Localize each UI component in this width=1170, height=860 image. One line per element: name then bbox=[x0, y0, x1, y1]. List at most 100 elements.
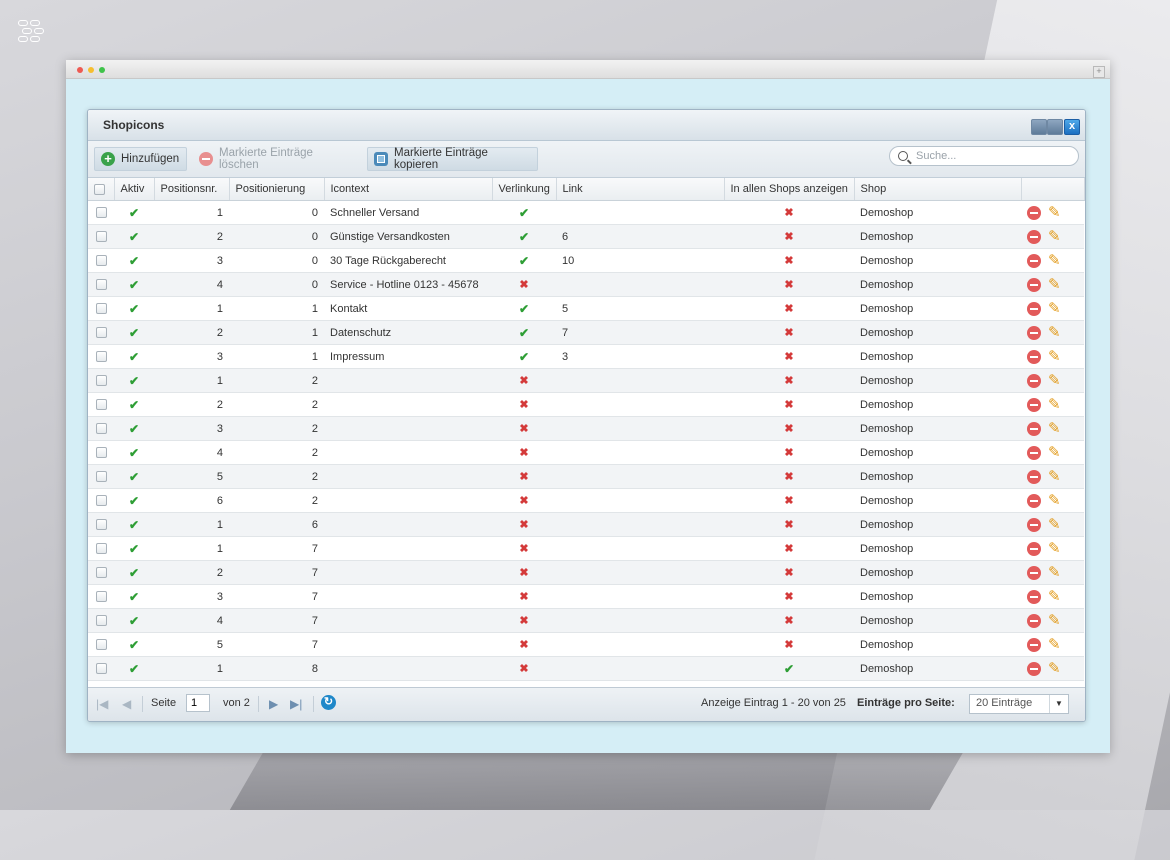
delete-row-icon[interactable] bbox=[1027, 229, 1041, 244]
row-checkbox[interactable] bbox=[95, 279, 107, 291]
edit-row-icon[interactable]: ✎ bbox=[1048, 277, 1061, 292]
edit-row-icon[interactable]: ✎ bbox=[1048, 613, 1061, 628]
row-checkbox[interactable] bbox=[95, 543, 107, 555]
table-row[interactable]: ✔ 2 1 Datenschutz ✔ 7 ✖ Demoshop ✎ bbox=[88, 320, 1084, 345]
row-select-cell[interactable] bbox=[88, 344, 114, 369]
edit-row-icon[interactable]: ✎ bbox=[1048, 325, 1061, 340]
add-button[interactable]: + Hinzufügen bbox=[94, 147, 187, 171]
delete-row-icon[interactable] bbox=[1027, 397, 1041, 412]
delete-row-icon[interactable] bbox=[1027, 469, 1041, 484]
minimize-icon[interactable] bbox=[1031, 119, 1047, 135]
first-page-icon[interactable]: |◀ bbox=[96, 697, 108, 711]
row-checkbox[interactable] bbox=[95, 471, 107, 483]
column-header-positionsnr[interactable]: Positionsnr. bbox=[154, 178, 230, 201]
maximize-icon[interactable] bbox=[1047, 119, 1063, 135]
row-select-cell[interactable] bbox=[88, 392, 114, 417]
delete-row-icon[interactable] bbox=[1027, 277, 1041, 292]
row-select-cell[interactable] bbox=[88, 320, 114, 345]
delete-row-icon[interactable] bbox=[1027, 493, 1041, 508]
row-checkbox[interactable] bbox=[95, 327, 107, 339]
row-checkbox[interactable] bbox=[95, 615, 107, 627]
row-select-cell[interactable] bbox=[88, 368, 114, 393]
table-row[interactable]: ✔ 2 7 ✖ ✖ Demoshop ✎ bbox=[88, 560, 1084, 585]
delete-row-icon[interactable] bbox=[1027, 517, 1041, 532]
chevron-down-icon[interactable]: ▼ bbox=[1049, 695, 1068, 713]
edit-row-icon[interactable]: ✎ bbox=[1048, 541, 1061, 556]
row-checkbox[interactable] bbox=[95, 591, 107, 603]
row-checkbox[interactable] bbox=[95, 639, 107, 651]
row-checkbox[interactable] bbox=[95, 447, 107, 459]
delete-row-icon[interactable] bbox=[1027, 373, 1041, 388]
column-header-positionierung[interactable]: Positionierung bbox=[229, 178, 325, 201]
table-row[interactable]: ✔ 6 2 ✖ ✖ Demoshop ✎ bbox=[88, 488, 1084, 513]
edit-row-icon[interactable]: ✎ bbox=[1048, 589, 1061, 604]
row-select-cell[interactable] bbox=[88, 464, 114, 489]
row-select-cell[interactable] bbox=[88, 248, 114, 273]
delete-row-icon[interactable] bbox=[1027, 349, 1041, 364]
delete-row-icon[interactable] bbox=[1027, 421, 1041, 436]
row-checkbox[interactable] bbox=[95, 351, 107, 363]
edit-row-icon[interactable]: ✎ bbox=[1048, 373, 1061, 388]
edit-row-icon[interactable]: ✎ bbox=[1048, 229, 1061, 244]
maximize-dot-icon[interactable] bbox=[99, 67, 105, 73]
edit-row-icon[interactable]: ✎ bbox=[1048, 397, 1061, 412]
row-checkbox[interactable] bbox=[95, 423, 107, 435]
table-row[interactable]: ✔ 1 6 ✖ ✖ Demoshop ✎ bbox=[88, 512, 1084, 537]
row-checkbox[interactable] bbox=[95, 399, 107, 411]
search-input[interactable] bbox=[916, 150, 1066, 162]
row-select-cell[interactable] bbox=[88, 200, 114, 225]
per-page-select[interactable]: 20 Einträge ▼ bbox=[969, 694, 1069, 714]
table-row[interactable]: ✔ 1 7 ✖ ✖ Demoshop ✎ bbox=[88, 536, 1084, 561]
next-page-icon[interactable]: ▶ bbox=[269, 697, 278, 711]
delete-row-icon[interactable] bbox=[1027, 589, 1041, 604]
copy-selected-button[interactable]: Markierte Einträge kopieren bbox=[367, 147, 538, 171]
table-row[interactable]: ✔ 1 0 Schneller Versand ✔ ✖ Demoshop ✎ bbox=[88, 200, 1084, 225]
delete-row-icon[interactable] bbox=[1027, 445, 1041, 460]
table-row[interactable]: ✔ 3 2 ✖ ✖ Demoshop ✎ bbox=[88, 416, 1084, 441]
delete-row-icon[interactable] bbox=[1027, 253, 1041, 268]
edit-row-icon[interactable]: ✎ bbox=[1048, 421, 1061, 436]
row-select-cell[interactable] bbox=[88, 512, 114, 537]
row-checkbox[interactable] bbox=[95, 375, 107, 387]
edit-row-icon[interactable]: ✎ bbox=[1048, 517, 1061, 532]
delete-row-icon[interactable] bbox=[1027, 301, 1041, 316]
delete-row-icon[interactable] bbox=[1027, 325, 1041, 340]
row-checkbox[interactable] bbox=[95, 663, 107, 675]
delete-row-icon[interactable] bbox=[1027, 661, 1041, 676]
table-row[interactable]: ✔ 4 7 ✖ ✖ Demoshop ✎ bbox=[88, 608, 1084, 633]
delete-row-icon[interactable] bbox=[1027, 205, 1041, 220]
row-select-cell[interactable] bbox=[88, 440, 114, 465]
row-select-cell[interactable] bbox=[88, 632, 114, 657]
edit-row-icon[interactable]: ✎ bbox=[1048, 469, 1061, 484]
table-row[interactable]: ✔ 4 0 Service - Hotline 0123 - 45678 ✖ ✖ Demos… bbox=[88, 272, 1084, 297]
close-dot-icon[interactable] bbox=[77, 67, 83, 73]
delete-row-icon[interactable] bbox=[1027, 565, 1041, 580]
table-row[interactable]: ✔ 2 2 ✖ ✖ Demoshop ✎ bbox=[88, 392, 1084, 417]
row-checkbox[interactable] bbox=[95, 495, 107, 507]
row-checkbox[interactable] bbox=[95, 567, 107, 579]
table-row[interactable]: ✔ 1 8 ✖ ✔ Demoshop ✎ bbox=[88, 656, 1084, 681]
table-row[interactable]: ✔ 4 2 ✖ ✖ Demoshop ✎ bbox=[88, 440, 1084, 465]
select-all-header[interactable] bbox=[88, 178, 115, 201]
edit-row-icon[interactable]: ✎ bbox=[1048, 637, 1061, 652]
table-row[interactable]: ✔ 2 0 Günstige Versandkosten ✔ 6 ✖ Demoshop ✎ bbox=[88, 224, 1084, 249]
delete-selected-button[interactable]: Markierte Einträge löschen bbox=[193, 147, 363, 171]
table-row[interactable]: ✔ 3 1 Impressum ✔ 3 ✖ Demoshop ✎ bbox=[88, 344, 1084, 369]
edit-row-icon[interactable]: ✎ bbox=[1048, 349, 1061, 364]
table-row[interactable]: ✔ 3 7 ✖ ✖ Demoshop ✎ bbox=[88, 584, 1084, 609]
column-header-link[interactable]: Link bbox=[556, 178, 725, 201]
table-row[interactable]: ✔ 1 1 Kontakt ✔ 5 ✖ Demoshop ✎ bbox=[88, 296, 1084, 321]
table-row[interactable]: ✔ 3 0 30 Tage Rückgaberecht ✔ 10 ✖ Demoshop ✎ bbox=[88, 248, 1084, 273]
edit-row-icon[interactable]: ✎ bbox=[1048, 661, 1061, 676]
row-select-cell[interactable] bbox=[88, 584, 114, 609]
column-header-verlinkung[interactable]: Verlinkung bbox=[492, 178, 557, 201]
table-row[interactable]: ✔ 1 2 ✖ ✖ Demoshop ✎ bbox=[88, 368, 1084, 393]
row-checkbox[interactable] bbox=[95, 519, 107, 531]
column-header-icontext[interactable]: Icontext bbox=[324, 178, 493, 201]
row-checkbox[interactable] bbox=[95, 207, 107, 219]
column-header-shop[interactable]: Shop bbox=[854, 178, 1022, 201]
expand-icon[interactable]: + bbox=[1093, 66, 1105, 78]
table-row[interactable]: ✔ 5 2 ✖ ✖ Demoshop ✎ bbox=[88, 464, 1084, 489]
refresh-icon[interactable]: ↻ bbox=[321, 695, 336, 710]
row-checkbox[interactable] bbox=[95, 231, 107, 243]
